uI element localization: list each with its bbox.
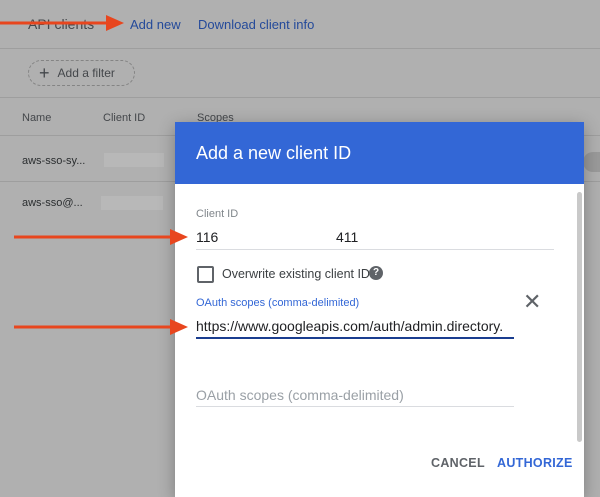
annotation-arrows (0, 15, 188, 335)
arrow-to-oauth-scopes (14, 319, 188, 335)
arrow-to-client-id (14, 229, 188, 245)
arrow-to-add-new (0, 15, 124, 31)
